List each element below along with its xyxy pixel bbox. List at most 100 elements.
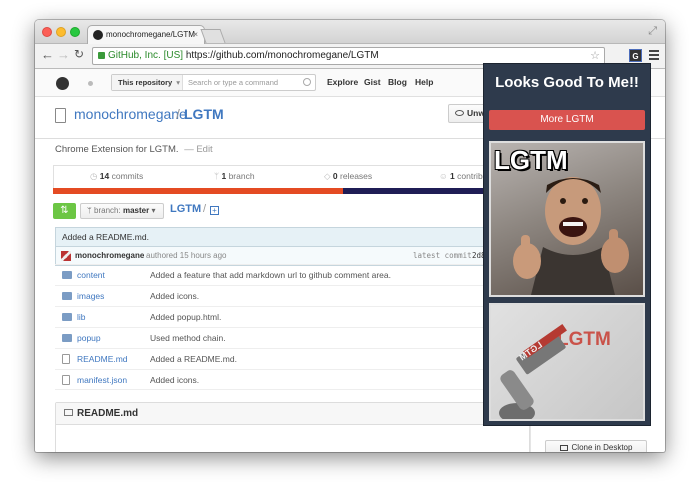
- breadcrumb-separator: /: [203, 203, 207, 215]
- popup-title: Looks Good To Me!!: [495, 74, 639, 91]
- desktop-icon: [559, 445, 568, 451]
- title-bar: monochromegane/LGTM × ⤢: [35, 20, 665, 44]
- nav-gist[interactable]: Gist: [364, 77, 381, 87]
- zoom-window-button[interactable]: [70, 27, 80, 37]
- commits-count: 14: [99, 171, 110, 181]
- breadcrumb-repo[interactable]: LGTM: [170, 203, 201, 215]
- file-text-icon: [62, 354, 70, 364]
- file-name[interactable]: content: [77, 265, 105, 286]
- repo-description: Chrome Extension for LGTM.: [55, 144, 179, 155]
- compare-button[interactable]: ⇅: [53, 203, 76, 219]
- file-commit-message[interactable]: Added icons.: [150, 286, 199, 307]
- contrib-label: contrib: [457, 171, 483, 181]
- branch-selector[interactable]: ᛘ branch: master ▾: [80, 203, 164, 219]
- people-icon: ☺: [439, 171, 451, 181]
- lgtm-image-1[interactable]: LGTM: [489, 141, 645, 297]
- repo-title-separator: /: [176, 106, 180, 122]
- bookmark-star-icon[interactable]: ☆: [590, 48, 600, 64]
- last-commit-message[interactable]: Added a README.md.: [55, 227, 535, 247]
- lgtm-extension-icon[interactable]: G: [629, 49, 642, 62]
- branch-label: branch: [228, 171, 255, 181]
- file-name[interactable]: images: [77, 286, 104, 307]
- branch-count: 1: [221, 171, 227, 181]
- repo-owner-link[interactable]: monochromegane: [74, 106, 187, 122]
- latest-commit-label: latest commit: [413, 251, 472, 260]
- search-box[interactable]: This repository ▾ Search or type a comman…: [111, 74, 316, 91]
- author-avatar[interactable]: [61, 251, 71, 261]
- search-scope-selector[interactable]: This repository ▾: [112, 75, 183, 90]
- chevron-down-icon: ▾: [176, 78, 180, 87]
- numbers-summary: ◷ 14 commits ᛘ 1 branch ◇ 0 releases ☺ 1…: [53, 165, 493, 188]
- folder-icon: [62, 313, 72, 321]
- ssl-lock-icon: [98, 52, 105, 59]
- add-file-icon[interactable]: +: [210, 206, 219, 215]
- edit-description-link[interactable]: — Edit: [184, 144, 213, 155]
- releases-link[interactable]: ◇ 0 releases: [324, 171, 372, 182]
- file-row[interactable]: popupUsed method chain.1: [55, 327, 535, 348]
- back-arrow-icon[interactable]: ←: [41, 47, 54, 62]
- close-window-button[interactable]: [42, 27, 52, 37]
- browser-tab[interactable]: monochromegane/LGTM ×: [87, 25, 205, 44]
- lgtm-popup: Looks Good To Me!! More LGTM LGTM LGTM L…: [483, 63, 651, 426]
- search-input[interactable]: Search or type a command: [188, 75, 278, 90]
- reload-icon[interactable]: ↻: [74, 47, 84, 61]
- branch-value: master: [122, 206, 150, 215]
- cert-owner: GitHub, Inc. [US]: [108, 50, 184, 61]
- commits-label: commits: [111, 171, 144, 181]
- file-row[interactable]: manifest.jsonAdded icons.1: [55, 369, 535, 390]
- releases-count: 0: [332, 171, 338, 181]
- eye-icon: [455, 110, 464, 116]
- file-row[interactable]: imagesAdded icons.1: [55, 285, 535, 306]
- github-logo-icon[interactable]: [56, 77, 69, 90]
- url-text: https://github.com/monochromegane/LGTM: [185, 50, 379, 61]
- branch-prefix: branch:: [94, 206, 121, 215]
- file-text-icon: [62, 375, 70, 385]
- file-name[interactable]: README.md: [77, 349, 128, 370]
- file-name[interactable]: manifest.json: [77, 370, 127, 391]
- branches-link[interactable]: ᛘ 1 branch: [214, 171, 255, 181]
- readme-title: README.md: [77, 408, 139, 419]
- new-tab-button[interactable]: [200, 29, 226, 43]
- rubber-stamp-illustration: [499, 323, 567, 419]
- status-dot-icon: [88, 81, 93, 86]
- clone-in-desktop-button[interactable]: Clone in Desktop: [545, 440, 647, 452]
- folder-icon: [62, 271, 72, 279]
- commits-link[interactable]: ◷ 14 commits: [90, 171, 143, 182]
- nav-blog[interactable]: Blog: [388, 77, 407, 87]
- file-commit-message[interactable]: Added a feature that add markdown url to…: [150, 265, 391, 286]
- minimize-window-button[interactable]: [56, 27, 66, 37]
- folder-icon: [62, 334, 72, 342]
- file-row[interactable]: content Added a feature that add markdown…: [55, 264, 535, 285]
- contributors-link[interactable]: ☺ 1 contrib: [439, 171, 483, 181]
- file-commit-message[interactable]: Added a README.md.: [150, 349, 237, 370]
- file-row[interactable]: libAdded popup.html.1: [55, 306, 535, 327]
- search-help-icon[interactable]: [303, 78, 311, 86]
- man-thumbs-up-illustration: [513, 177, 629, 295]
- file-commit-message[interactable]: Used method chain.: [150, 328, 226, 349]
- contrib-count: 1: [450, 171, 455, 181]
- file-name[interactable]: lib: [77, 307, 86, 328]
- repo-name-link[interactable]: LGTM: [184, 106, 224, 122]
- language-bar-other[interactable]: [343, 188, 493, 194]
- tab-close-icon[interactable]: ×: [193, 26, 198, 44]
- nav-explore[interactable]: Explore: [327, 77, 358, 87]
- forward-arrow-icon[interactable]: →: [57, 47, 70, 62]
- more-lgtm-button[interactable]: More LGTM: [489, 110, 645, 130]
- file-commit-message[interactable]: Added icons.: [150, 370, 199, 391]
- chevron-down-icon: ▾: [151, 206, 156, 215]
- scope-label: This repository: [118, 78, 173, 87]
- nav-help[interactable]: Help: [415, 77, 433, 87]
- menu-hamburger-icon[interactable]: [649, 50, 659, 52]
- github-octocat-icon: [93, 30, 103, 40]
- file-name[interactable]: popup: [77, 328, 101, 349]
- commit-author[interactable]: monochromegane: [75, 247, 144, 265]
- language-bar-javascript[interactable]: [53, 188, 343, 194]
- file-commit-message[interactable]: Added popup.html.: [150, 307, 221, 328]
- compare-arrows-icon: ⇅: [60, 205, 69, 216]
- file-row[interactable]: README.mdAdded a README.md.1: [55, 348, 535, 369]
- folder-icon: [62, 292, 72, 300]
- fullscreen-icon[interactable]: ⤢: [648, 25, 657, 38]
- book-icon: [64, 409, 73, 416]
- lgtm-image-2[interactable]: LGTM LGTM: [489, 303, 645, 421]
- readme-box: README.md: [55, 402, 530, 452]
